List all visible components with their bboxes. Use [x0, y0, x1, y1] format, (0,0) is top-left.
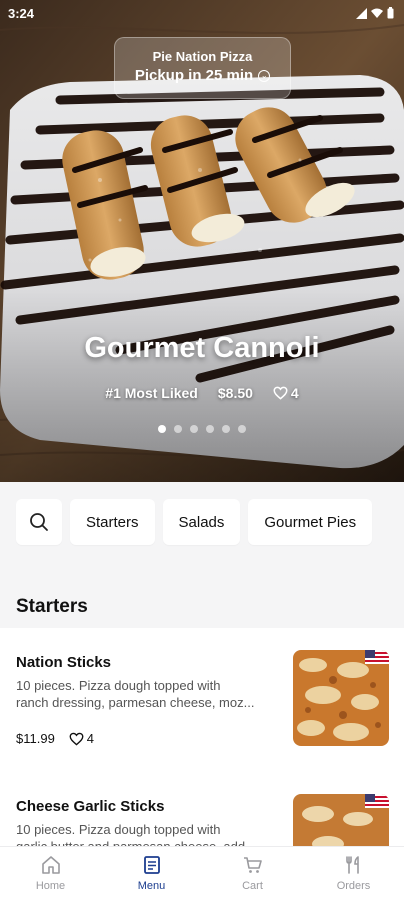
home-icon: [41, 856, 60, 874]
item-photo: [293, 794, 389, 850]
item-name: Cheese Garlic Sticks: [16, 798, 165, 815]
featured-badge: #1 Most Liked: [105, 385, 198, 401]
search-icon: [30, 513, 48, 531]
featured-hero[interactable]: 3:24 Pie Nation Pizza Pickup in 25 min ⌄…: [0, 0, 404, 482]
status-icons: [356, 7, 394, 19]
bottom-navigation: Home Menu Cart Orders: [0, 846, 404, 900]
carousel-dot[interactable]: [206, 425, 214, 433]
category-salads[interactable]: Salads: [162, 499, 241, 545]
store-name: Pie Nation Pizza: [152, 49, 253, 64]
featured-title: Gourmet Cannoli: [84, 332, 320, 364]
carousel-dot[interactable]: [222, 425, 230, 433]
orders-icon: [345, 856, 359, 874]
heart-icon: [273, 386, 288, 400]
cart-icon: [243, 857, 262, 873]
item-name: Nation Sticks: [16, 654, 112, 671]
nav-home-label: Home: [35, 880, 66, 892]
item-photo: [293, 650, 389, 746]
featured-likes[interactable]: 4: [273, 385, 299, 401]
wifi-icon: [371, 8, 383, 18]
status-time: 3:24: [8, 5, 35, 21]
item-description: 10 pieces. Pizza dough topped with ranch…: [16, 678, 255, 710]
section-title: Starters: [0, 562, 404, 628]
chevron-down-icon: ⌄: [258, 69, 271, 82]
featured-price: $8.50: [217, 385, 253, 401]
battery-icon: [387, 7, 394, 19]
nav-cart-label: Cart: [242, 880, 263, 892]
menu-item[interactable]: Cheese Garlic Sticks 10 pieces. Pizza do…: [0, 770, 404, 850]
item-likes[interactable]: 4: [69, 731, 94, 746]
item-likes-count: 4: [86, 731, 95, 746]
nav-cart[interactable]: Cart: [202, 847, 303, 900]
menu-icon: [143, 856, 160, 874]
carousel-dot[interactable]: [158, 425, 166, 433]
featured-likes-count: 4: [290, 385, 299, 401]
nav-menu[interactable]: Menu: [101, 847, 202, 900]
carousel-dot[interactable]: [190, 425, 198, 433]
nav-orders[interactable]: Orders: [303, 847, 404, 900]
nav-orders-label: Orders: [336, 880, 371, 892]
menu-item[interactable]: Nation Sticks 10 pieces. Pizza dough top…: [0, 628, 404, 770]
category-starters[interactable]: Starters: [70, 499, 155, 545]
nav-menu-label: Menu: [137, 880, 166, 892]
nav-home[interactable]: Home: [0, 847, 101, 900]
carousel-dot[interactable]: [238, 425, 246, 433]
category-gourmet-pies[interactable]: Gourmet Pies: [248, 499, 373, 545]
signal-icon: [356, 7, 367, 19]
heart-icon: [69, 732, 84, 746]
carousel-dot[interactable]: [174, 425, 182, 433]
carousel-dots: [0, 425, 404, 433]
featured-meta: #1 Most Liked $8.50 4: [0, 385, 404, 401]
store-pickup-selector[interactable]: Pie Nation Pizza Pickup in 25 min ⌄: [114, 37, 291, 99]
search-button[interactable]: [16, 499, 62, 545]
status-bar: 3:24: [0, 0, 404, 26]
pickup-time: Pickup in 25 min: [134, 67, 254, 84]
category-bar: Starters Salads Gourmet Pies: [0, 482, 404, 562]
item-price: $11.99: [16, 731, 55, 746]
